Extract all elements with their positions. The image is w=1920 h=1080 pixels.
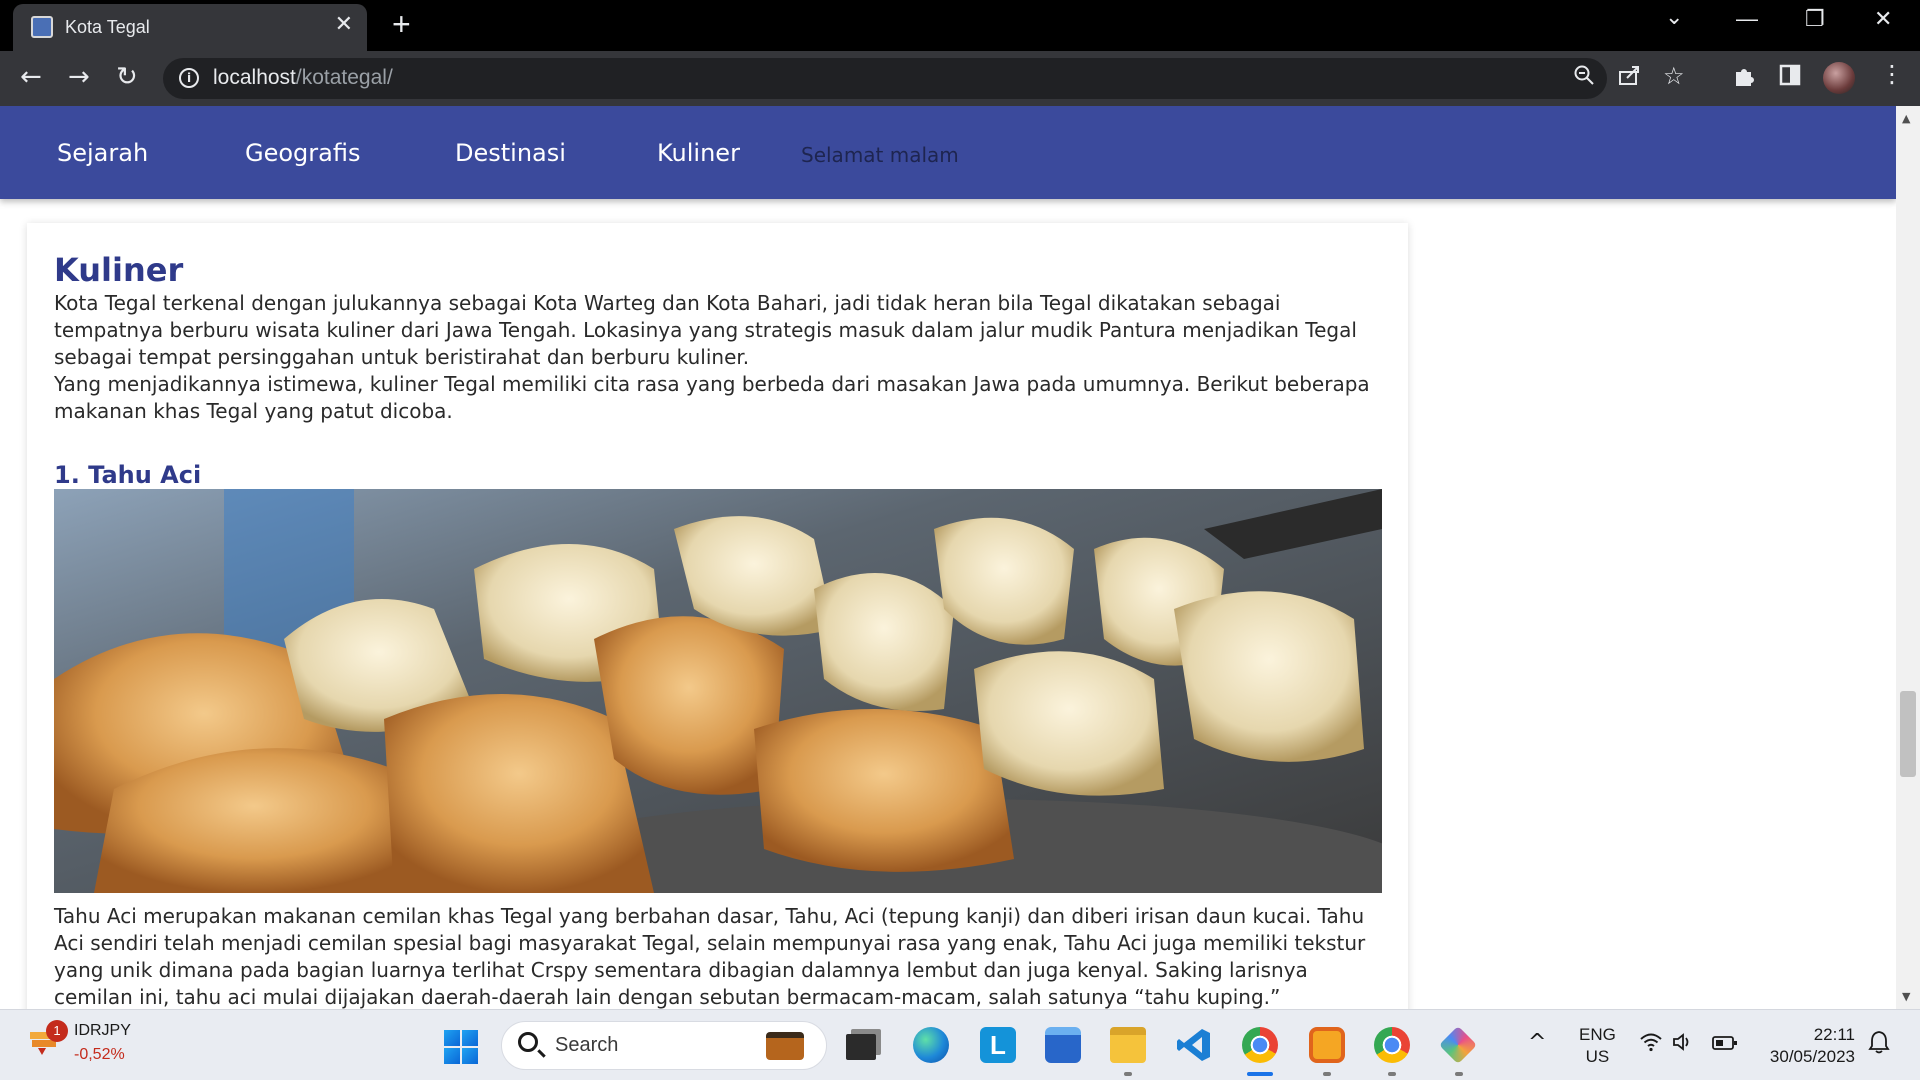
back-arrow-icon[interactable]: ← <box>20 62 42 92</box>
browser-tab-strip: Kota Tegal ✕ + ⌄ — ❐ ✕ <box>0 0 1920 51</box>
item-title: 1. Tahu Aci <box>54 461 202 489</box>
file-explorer-icon[interactable] <box>1110 1027 1146 1063</box>
page-scrollbar[interactable]: ▲ ▼ <box>1896 106 1920 1009</box>
nav-geografis[interactable]: Geografis <box>245 139 360 167</box>
extensions-puzzle-icon[interactable] <box>1732 64 1756 94</box>
running-indicator <box>1323 1072 1331 1076</box>
url-text[interactable]: localhost/kotategal/ <box>213 66 393 90</box>
system-clock[interactable]: 22:11 30/05/2023 <box>1760 1024 1855 1068</box>
start-button[interactable] <box>444 1030 478 1064</box>
running-indicator <box>1388 1072 1396 1076</box>
clock-date: 30/05/2023 <box>1769 1047 1855 1066</box>
greeting-text: Selamat malam <box>801 143 959 167</box>
diamond-app-icon[interactable] <box>1438 1025 1478 1065</box>
lang-code: ENG <box>1579 1025 1616 1044</box>
show-hidden-icons-chevron-icon[interactable]: ^ <box>1528 1030 1546 1055</box>
share-icon[interactable] <box>1618 64 1642 91</box>
zoom-icon[interactable] <box>1573 64 1595 91</box>
nav-kuliner[interactable]: Kuliner <box>657 139 740 167</box>
reload-icon[interactable]: ↻ <box>116 62 138 92</box>
restore-button[interactable]: ❐ <box>1805 6 1825 32</box>
vscode-icon[interactable] <box>1176 1027 1212 1063</box>
store-icon[interactable] <box>1045 1027 1081 1063</box>
edge-browser-icon[interactable] <box>913 1027 949 1063</box>
active-indicator <box>1247 1072 1273 1076</box>
notifications-bell-icon[interactable] <box>1868 1030 1890 1059</box>
running-indicator <box>1124 1072 1132 1076</box>
forward-arrow-icon[interactable]: → <box>68 62 90 92</box>
tab-search-chevron-icon[interactable]: ⌄ <box>1665 4 1683 30</box>
tab-title: Kota Tegal <box>65 17 150 37</box>
bookmark-star-icon[interactable]: ☆ <box>1663 62 1685 90</box>
briefcase-icon <box>766 1032 804 1060</box>
side-panel-icon[interactable] <box>1779 64 1801 92</box>
scroll-up-arrow-icon[interactable]: ▲ <box>1902 112 1910 125</box>
clock-time: 22:11 <box>1813 1025 1855 1044</box>
browser-tab[interactable]: Kota Tegal ✕ <box>13 4 367 51</box>
site-info-icon[interactable]: i <box>179 68 199 88</box>
region-code: US <box>1585 1047 1610 1066</box>
tab-close-icon[interactable]: ✕ <box>335 14 353 36</box>
item-description: Tahu Aci merupakan makanan cemilan khas … <box>54 904 1366 1009</box>
browser-toolbar: ← → ↻ i localhost/kotategal/ ☆ ⋮ <box>0 51 1920 106</box>
search-label: Search <box>555 1034 619 1056</box>
running-indicator <box>1455 1072 1463 1076</box>
section-title: Kuliner <box>54 251 184 289</box>
wifi-icon[interactable] <box>1640 1032 1662 1057</box>
site-navbar: Sejarah Geografis Destinasi Kuliner Sela… <box>0 106 1896 199</box>
nav-sejarah[interactable]: Sejarah <box>57 139 148 167</box>
new-tab-button[interactable]: + <box>392 8 411 40</box>
browser-menu-icon[interactable]: ⋮ <box>1880 60 1904 88</box>
chrome-profile-icon[interactable] <box>1374 1027 1410 1063</box>
scroll-down-arrow-icon[interactable]: ▼ <box>1902 990 1910 1003</box>
input-language[interactable]: ENG US <box>1579 1024 1616 1068</box>
kuliner-card: Kuliner Kota Tegal terkenal dengan juluk… <box>27 223 1408 1009</box>
xampp-icon[interactable] <box>1309 1027 1345 1063</box>
web-page: Sejarah Geografis Destinasi Kuliner Sela… <box>0 106 1896 1009</box>
address-bar[interactable]: i localhost/kotategal/ ☆ <box>163 58 1685 99</box>
minimize-button[interactable]: — <box>1736 6 1758 32</box>
search-icon <box>518 1032 538 1052</box>
chrome-icon[interactable] <box>1242 1027 1278 1063</box>
volume-icon[interactable] <box>1672 1032 1694 1057</box>
task-view-icon[interactable] <box>846 1034 876 1060</box>
l-app-icon[interactable]: L <box>980 1027 1016 1063</box>
site-favicon-icon <box>31 16 53 38</box>
taskbar-search[interactable]: Search <box>501 1021 827 1070</box>
close-window-button[interactable]: ✕ <box>1874 6 1892 32</box>
profile-avatar[interactable] <box>1823 62 1855 94</box>
intro-paragraph-2: Yang menjadikannya istimewa, kuliner Teg… <box>54 372 1370 423</box>
intro-paragraph-1: Kota Tegal terkenal dengan julukannya se… <box>54 291 1357 369</box>
notification-badge: 1 <box>46 1020 68 1042</box>
nav-destinasi[interactable]: Destinasi <box>455 139 566 167</box>
battery-icon[interactable] <box>1712 1032 1738 1056</box>
ticker-name: IDRJPY <box>74 1022 131 1039</box>
scrollbar-thumb[interactable] <box>1900 691 1916 777</box>
ticker-change: -0,52% <box>74 1046 125 1063</box>
tahu-aci-photo <box>54 489 1382 893</box>
windows-taskbar: 1 IDRJPY -0,52% Search L ^ ENG US 22:11 … <box>0 1009 1920 1080</box>
